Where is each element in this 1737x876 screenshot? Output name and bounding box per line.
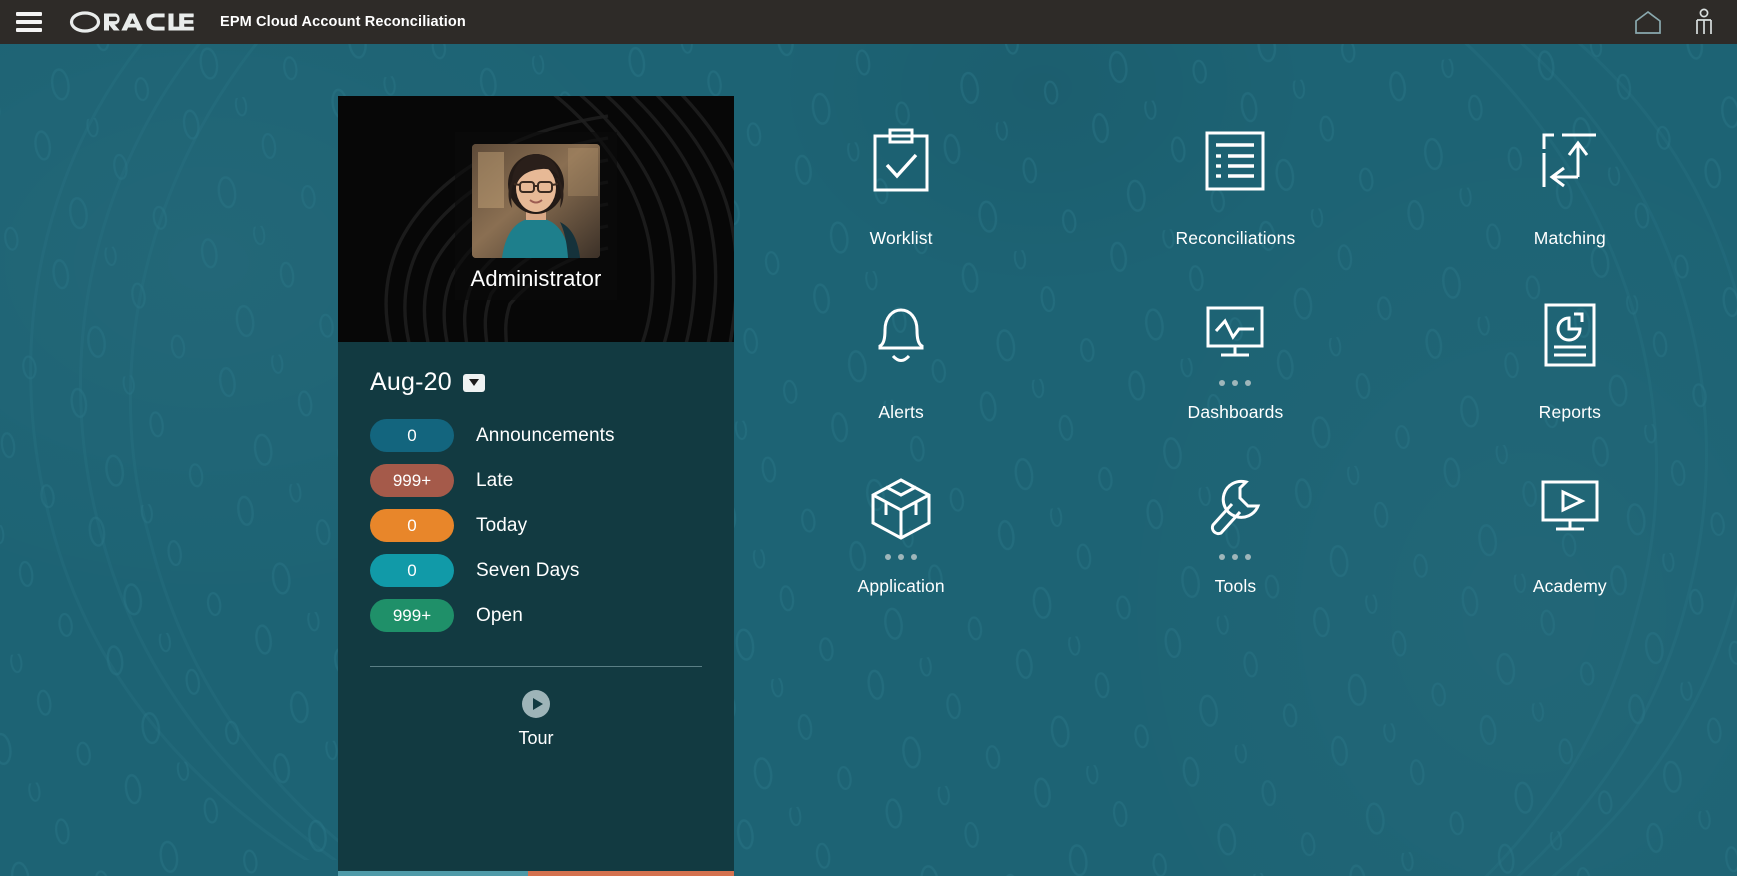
status-badge-count: 999+: [370, 464, 454, 497]
wrench-icon[interactable]: [1204, 470, 1266, 548]
monitor-chart-icon[interactable]: [1203, 296, 1267, 374]
cube-icon[interactable]: [869, 470, 933, 548]
status-badge-count: 0: [370, 509, 454, 542]
home-page: EPM Cloud Account Reconciliation Adminis…: [0, 0, 1737, 876]
avatar-banner: Administrator: [338, 96, 734, 342]
status-badge-row[interactable]: 999+ Open: [370, 599, 702, 632]
tile-label: Reports: [1538, 402, 1601, 422]
app-tile-grid: Worklist Reconciliations Matching Alerts…: [734, 96, 1737, 876]
status-badge-row[interactable]: 0 Today: [370, 509, 702, 542]
tile-matching[interactable]: Matching: [1465, 122, 1675, 296]
tile-label: Application: [857, 576, 945, 596]
home-icon[interactable]: [1633, 9, 1663, 35]
tile-tools[interactable]: Tools: [1130, 470, 1340, 644]
progress-segment[interactable]: [338, 871, 529, 876]
status-badge-row[interactable]: 0 Seven Days: [370, 554, 702, 587]
topbar-actions: [1633, 8, 1715, 36]
status-badge-count: 0: [370, 554, 454, 587]
tile-academy[interactable]: Academy: [1465, 470, 1675, 644]
status-badge-count: 0: [370, 419, 454, 452]
clipboard-check-icon[interactable]: [870, 122, 932, 200]
monitor-play-icon[interactable]: [1538, 470, 1602, 548]
card-body: Aug-20 0 Announcements 999+ Late 0 Today 0 Seve…: [338, 342, 734, 876]
tile-dashboards[interactable]: Dashboards: [1130, 296, 1340, 470]
tile-application[interactable]: Application: [796, 470, 1006, 644]
tile-label: Worklist: [869, 228, 933, 248]
tile-overflow-dots[interactable]: [1219, 550, 1252, 564]
list-table-icon[interactable]: [1204, 122, 1266, 200]
tour-button[interactable]: Tour: [370, 689, 702, 749]
tile-alerts[interactable]: Alerts: [796, 296, 1006, 470]
status-badge-label: Late: [476, 469, 514, 491]
bell-icon[interactable]: [872, 296, 930, 374]
chevron-down-icon[interactable]: [462, 373, 485, 392]
user-avatar-photo: [472, 144, 600, 258]
period-label: Aug-20: [370, 368, 452, 396]
hamburger-menu-icon[interactable]: [16, 12, 42, 32]
tour-label: Tour: [518, 728, 554, 748]
tile-label: Matching: [1533, 228, 1606, 248]
tile-worklist[interactable]: Worklist: [796, 122, 1006, 296]
status-badge-label: Today: [476, 514, 528, 536]
status-badge-label: Open: [476, 604, 523, 626]
page-title: EPM Cloud Account Reconciliation: [220, 14, 466, 30]
tile-label: Tools: [1214, 576, 1257, 596]
status-badge-list: 0 Announcements 999+ Late 0 Today 0 Seven Days 9…: [370, 419, 702, 644]
progress-indicator[interactable]: [338, 871, 734, 876]
tile-label: Reconciliations: [1175, 228, 1296, 248]
tile-overflow-dots[interactable]: [1219, 376, 1252, 390]
divider: [370, 666, 702, 667]
status-badge-row[interactable]: 999+ Late: [370, 464, 702, 497]
user-icon[interactable]: [1693, 8, 1715, 36]
tile-reconciliations[interactable]: Reconciliations: [1130, 122, 1340, 296]
tile-overflow-dots[interactable]: [885, 550, 918, 564]
profile-card: Administrator Aug-20 0 Announcements 999+ L…: [338, 96, 734, 876]
top-navigation-bar: EPM Cloud Account Reconciliation: [0, 0, 1737, 44]
progress-segment[interactable]: [528, 871, 734, 876]
status-badge-row[interactable]: 0 Announcements: [370, 419, 702, 452]
status-badge-label: Seven Days: [476, 559, 580, 581]
tile-reports[interactable]: Reports: [1465, 296, 1675, 470]
status-badge-count: 999+: [370, 599, 454, 632]
play-circle-icon[interactable]: [521, 689, 551, 719]
avatar[interactable]: Administrator: [455, 132, 617, 300]
tile-label: Alerts: [878, 402, 924, 422]
oracle-logo[interactable]: [68, 10, 194, 34]
matching-arrows-icon[interactable]: [1538, 122, 1602, 200]
report-pie-icon[interactable]: [1542, 296, 1598, 374]
status-badge-label: Announcements: [476, 424, 615, 446]
tile-label: Dashboards: [1187, 402, 1284, 422]
period-selector[interactable]: Aug-20: [370, 368, 702, 397]
profile-name: Administrator: [470, 266, 602, 291]
tile-label: Academy: [1532, 576, 1607, 596]
